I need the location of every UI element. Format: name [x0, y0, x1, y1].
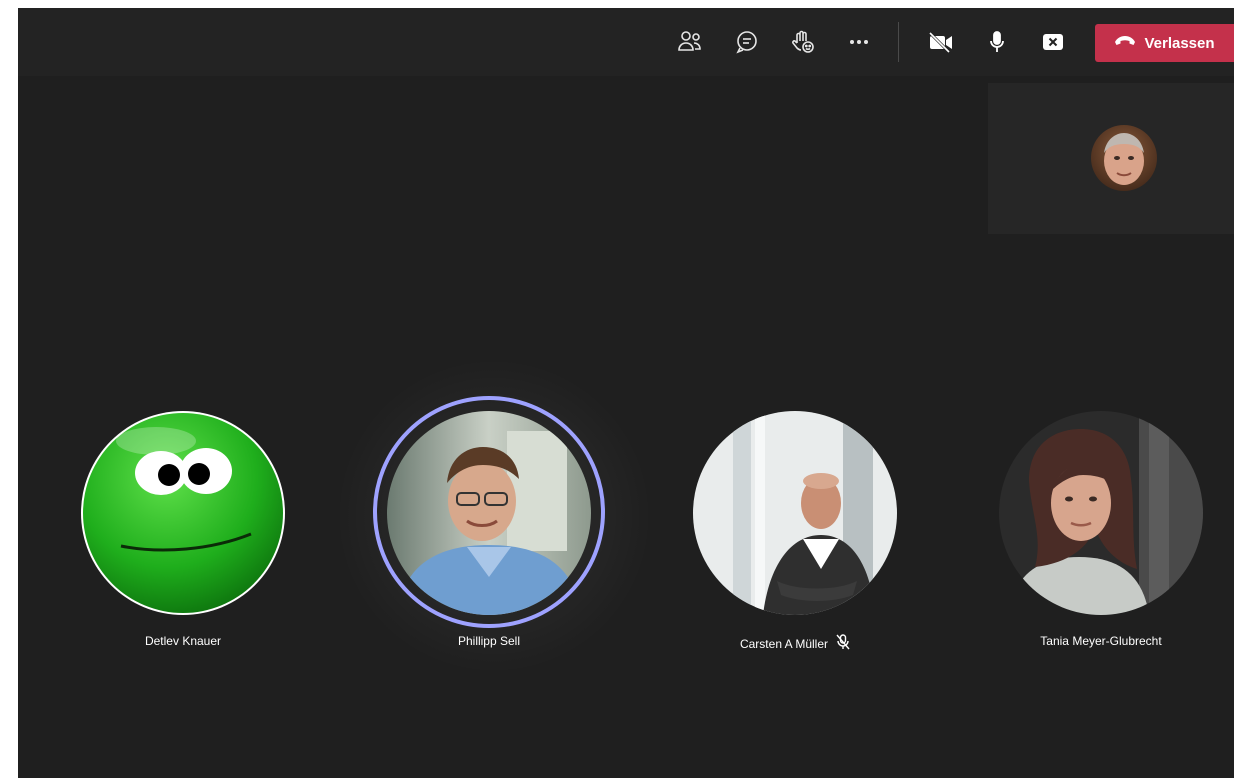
participant-name: Phillipp Sell — [457, 634, 521, 648]
participant-tile[interactable]: Detlev Knauer — [33, 8, 333, 708]
participant-avatar — [693, 411, 897, 615]
mic-muted-icon — [836, 634, 850, 653]
speaking-indicator-ring — [373, 396, 605, 628]
meeting-window: Verlassen Detlev Knauer Phillipp Sell Ca… — [18, 8, 1234, 778]
participant-tile[interactable]: Tania Meyer-Glubrecht — [951, 8, 1234, 708]
participant-avatar — [81, 411, 285, 615]
participant-name-row: Phillipp Sell — [339, 634, 639, 648]
participant-avatar — [999, 411, 1203, 615]
participant-name-row: Detlev Knauer — [33, 634, 333, 648]
participant-tile[interactable]: Carsten A Müller — [645, 8, 945, 708]
participant-name-row: Tania Meyer-Glubrecht — [951, 634, 1234, 648]
participant-name: Tania Meyer-Glubrecht — [1040, 634, 1162, 648]
participant-name-row: Carsten A Müller — [645, 634, 945, 653]
participant-name: Carsten A Müller — [739, 636, 829, 651]
participant-name: Detlev Knauer — [144, 634, 222, 648]
